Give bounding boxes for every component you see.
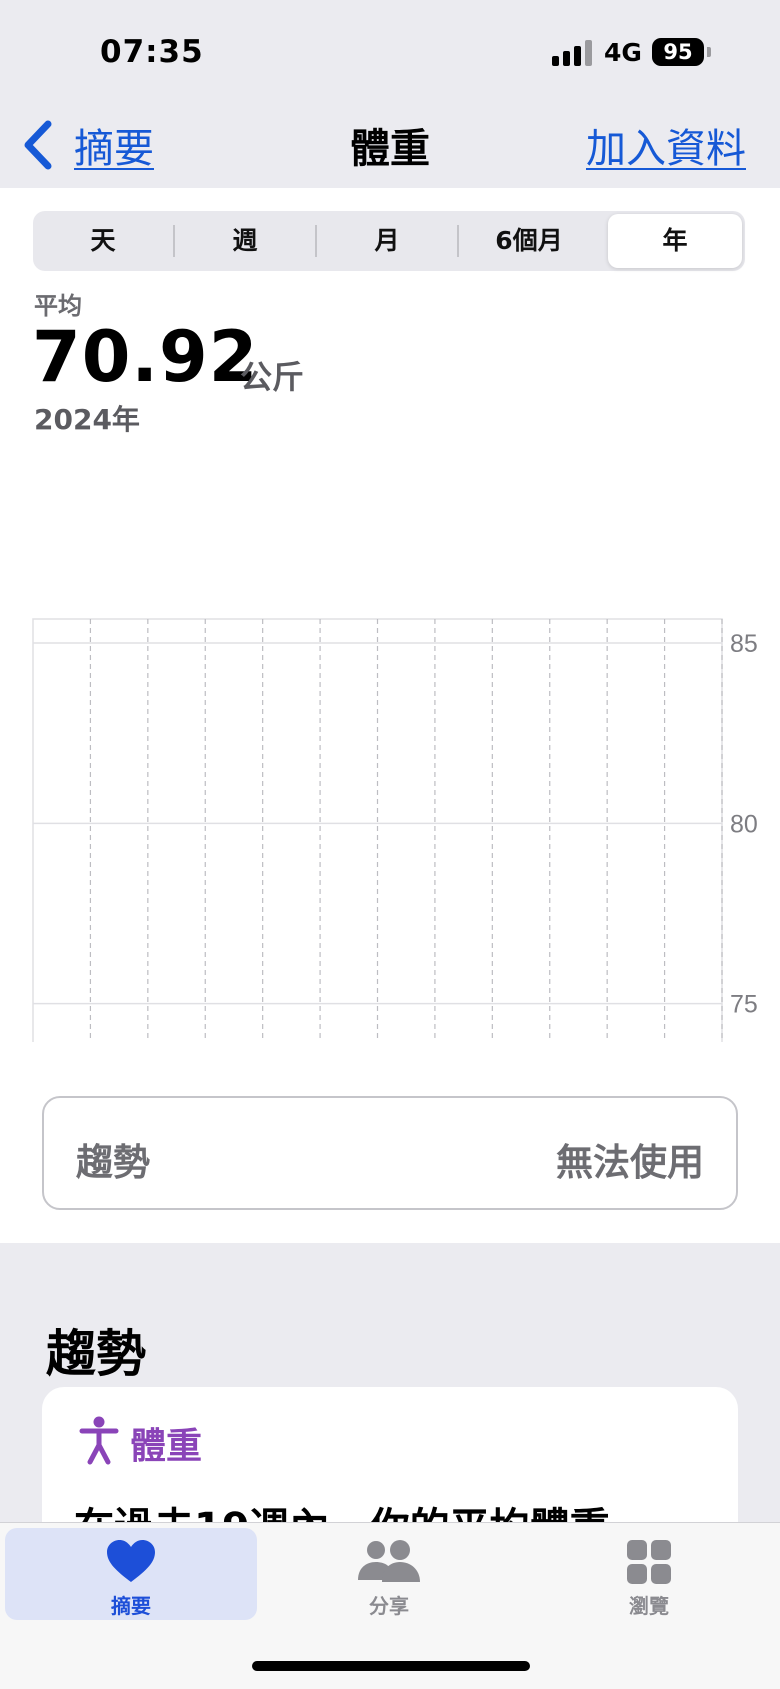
- tab-sharing-label: 分享: [369, 1594, 409, 1618]
- chart-y-tick-label: 75: [730, 991, 758, 1019]
- segment-day[interactable]: 天: [33, 211, 173, 271]
- tab-browse-label: 瀏覽: [629, 1594, 669, 1618]
- add-data-button[interactable]: 加入資料: [586, 116, 746, 174]
- network-type: 4G: [604, 38, 642, 67]
- trend-value: 無法使用: [556, 1141, 704, 1184]
- status-bar: 07:35 4G 95: [0, 0, 780, 100]
- segment-month[interactable]: 月: [317, 211, 457, 271]
- tab-sharing[interactable]: 分享: [263, 1528, 515, 1620]
- tab-summary-label: 摘要: [111, 1594, 151, 1618]
- tab-browse[interactable]: 瀏覽: [523, 1528, 775, 1620]
- weight-line-chart[interactable]: 85807570123456789101112: [0, 412, 780, 1042]
- tab-summary[interactable]: 摘要: [5, 1528, 257, 1620]
- average-value: 70.92: [32, 316, 259, 398]
- segment-week[interactable]: 週: [175, 211, 315, 271]
- home-indicator: [252, 1661, 530, 1671]
- people-icon: [358, 1540, 420, 1582]
- heart-icon: [107, 1540, 155, 1582]
- trend-row[interactable]: 趨勢 無法使用: [42, 1096, 738, 1210]
- chart-y-tick-label: 85: [730, 630, 758, 658]
- segment-6-months[interactable]: 6個月: [459, 211, 599, 271]
- signal-icon: [552, 40, 594, 66]
- average-unit: 公斤: [240, 358, 305, 396]
- weight-panel: 天 週 月 6個月 年 平均 70.92 公斤 2024年 8580757012…: [0, 188, 780, 1243]
- battery-icon: 95: [652, 38, 704, 66]
- status-time: 07:35: [100, 34, 204, 70]
- trend-label: 趨勢: [76, 1141, 150, 1184]
- body-figure-icon: [79, 1416, 119, 1465]
- highlight-card-title: 體重: [130, 1426, 203, 1467]
- grid-icon: [627, 1540, 671, 1584]
- segment-year[interactable]: 年: [608, 214, 742, 268]
- chart-y-tick-label: 80: [730, 810, 758, 838]
- battery-cap: [707, 47, 711, 57]
- highlights-title: 趨勢: [46, 1325, 146, 1383]
- period-segmented-control: 天 週 月 6個月 年: [33, 211, 745, 271]
- nav-bar: 摘要 體重 加入資料: [0, 100, 780, 188]
